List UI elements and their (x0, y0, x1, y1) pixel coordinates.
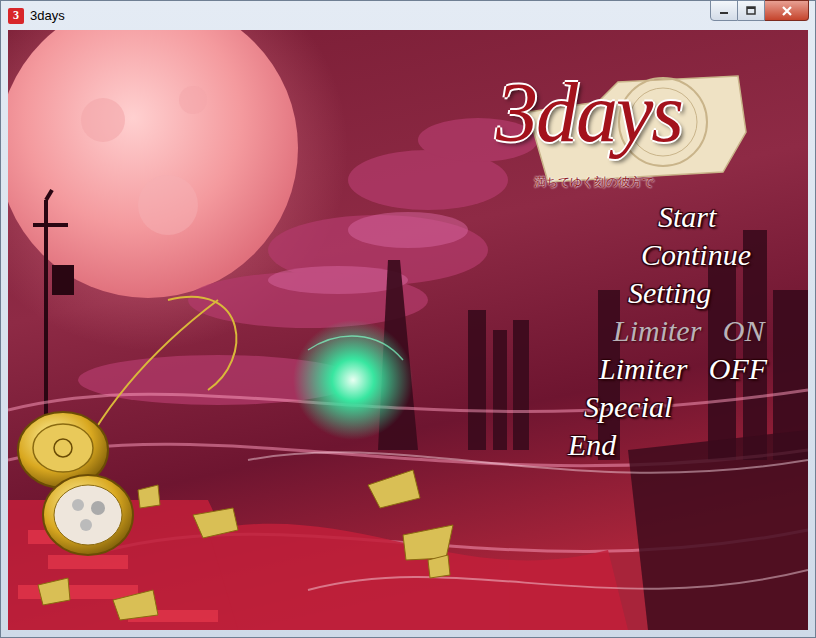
pocket-watch-icon (18, 300, 218, 555)
menu-item[interactable]: Special (580, 388, 676, 426)
app-icon: 3 (8, 8, 24, 24)
menu-item[interactable]: Continue (637, 236, 755, 274)
menu-item[interactable]: End (564, 426, 620, 464)
menu-item[interactable]: Limiter ON (609, 312, 769, 350)
window-controls (710, 0, 809, 21)
minimize-icon[interactable] (710, 0, 738, 21)
menu-item[interactable]: Start (654, 198, 720, 236)
window-title: 3days (30, 8, 704, 23)
menu-item[interactable]: Limiter OFF (595, 350, 771, 388)
close-icon[interactable] (765, 0, 809, 21)
title-menu: StartContinueSettingLimiter ONLimiter OF… (564, 198, 771, 464)
menu-item[interactable]: Setting (624, 274, 715, 312)
logo-subtitle: 満ちてゆく刻の彼方で (534, 174, 654, 191)
game-screen: 3days満ちてゆく刻の彼方でStartContinueSettingLimit… (8, 30, 808, 630)
app-window: 33days3days満ちてゆく刻の彼方でStartContinueSettin… (0, 0, 816, 638)
logo-title: 3days (496, 64, 682, 161)
maximize-icon[interactable] (738, 0, 765, 21)
game-logo: 3days 満ちてゆく刻の彼方で (488, 62, 758, 222)
title-bar: 3 3days (1, 1, 815, 30)
